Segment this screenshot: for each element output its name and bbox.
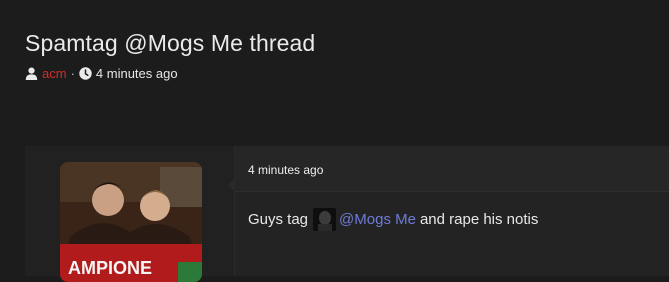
user-icon bbox=[25, 67, 38, 80]
svg-text:AMPIONE: AMPIONE bbox=[68, 258, 152, 278]
mention-avatar bbox=[313, 208, 337, 231]
author-link[interactable]: acm bbox=[42, 66, 67, 81]
post-author-column: AMPIONE bbox=[25, 146, 235, 282]
mention-link[interactable]: @Mogs Me bbox=[339, 211, 416, 228]
author-avatar[interactable]: AMPIONE bbox=[60, 162, 202, 282]
post-text-before: Guys tag bbox=[248, 211, 309, 228]
post: AMPIONE 4 minutes ago Guys tag @Mogs Me … bbox=[25, 146, 669, 282]
post-header: 4 minutes ago bbox=[235, 146, 669, 192]
post-text-after: and rape his notis bbox=[419, 211, 539, 228]
thread-meta: acm · 4 minutes ago bbox=[25, 66, 178, 81]
clock-icon bbox=[79, 67, 92, 80]
post-time[interactable]: 4 minutes ago bbox=[248, 163, 323, 177]
thread-posted-ago: 4 minutes ago bbox=[95, 66, 178, 81]
meta-separator: · bbox=[70, 66, 75, 81]
thread-title: Spamtag @Mogs Me thread bbox=[25, 30, 316, 56]
post-body: Guys tag @Mogs Me and rape his notis bbox=[248, 208, 538, 231]
